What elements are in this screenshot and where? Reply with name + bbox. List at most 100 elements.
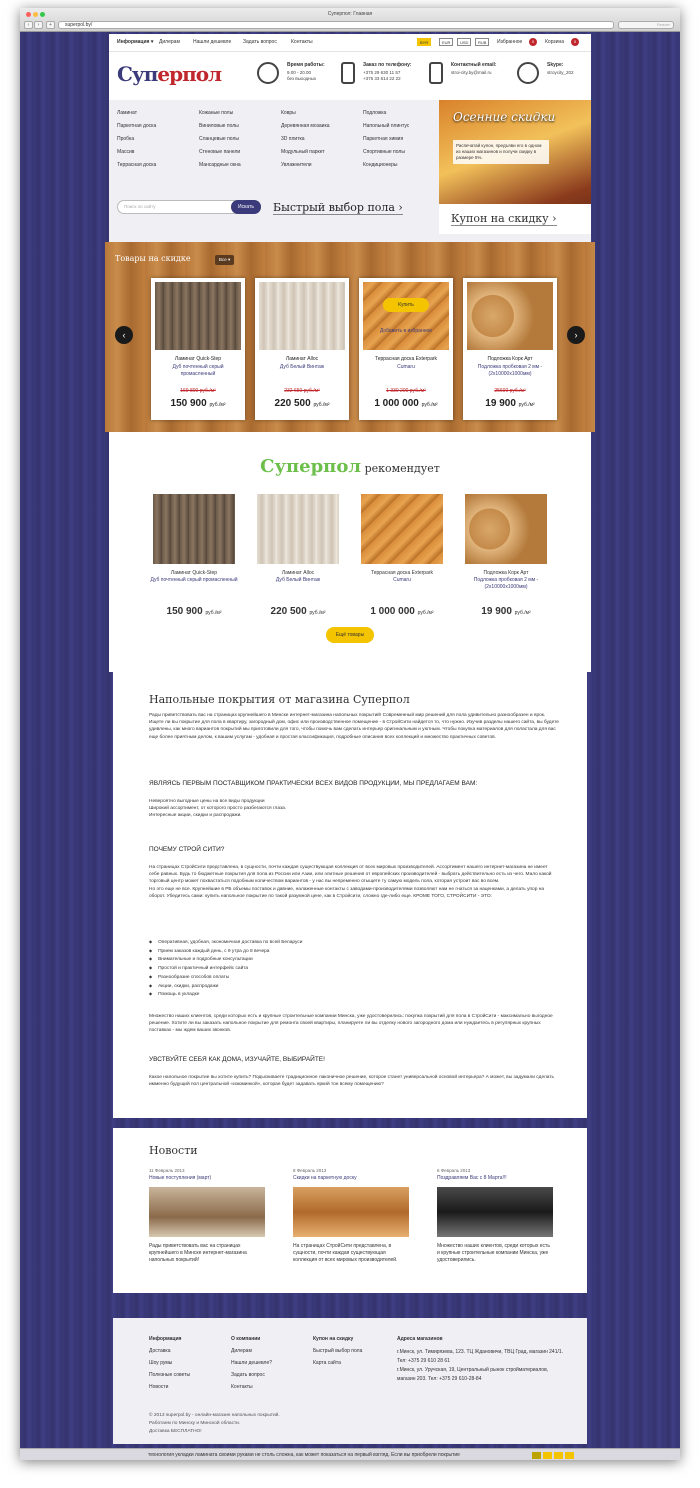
- category-link[interactable]: Виниловые полы: [199, 123, 239, 129]
- autumn-promo-banner[interactable]: Осенние скидки Распечатай купон, предъяв…: [439, 100, 591, 234]
- nav-cheaper[interactable]: Нашли дешевле: [193, 39, 231, 45]
- more-products-button[interactable]: Ещё товары: [326, 627, 374, 643]
- recommended-product[interactable]: Подложка Корк Арт Подложка пробковая 2 мм…: [459, 494, 553, 617]
- nav-contacts[interactable]: Контакты: [291, 39, 313, 45]
- product-name[interactable]: Ламинат Quick-Step: [151, 356, 245, 362]
- category-link[interactable]: Массив: [117, 149, 134, 155]
- product-collection[interactable]: Дуб почтенный серый промасленный: [159, 364, 237, 378]
- wishlist-link[interactable]: Избранное: [497, 39, 522, 45]
- category-link[interactable]: Кожаные полы: [199, 110, 233, 116]
- category-link[interactable]: Деревянная мозаика: [281, 123, 330, 129]
- footer-link[interactable]: Задать вопрос: [231, 1372, 272, 1378]
- search-input[interactable]: Поиск по сайту Искать: [117, 200, 261, 214]
- currency-byr[interactable]: BYR: [417, 38, 432, 46]
- news-title-link[interactable]: Скидки на паркетную доску: [293, 1175, 409, 1181]
- add-to-wishlist-link[interactable]: Добавить в избранное: [363, 328, 449, 334]
- nav-info[interactable]: Информация ▾: [117, 39, 153, 45]
- nav-dealers[interactable]: Дилерам: [159, 39, 180, 45]
- currency-usd[interactable]: USD: [457, 38, 472, 46]
- recommended-product[interactable]: Террасная доска Exterpark Cumaru 1 000 000…: [355, 494, 449, 617]
- back-icon[interactable]: ‹: [24, 21, 33, 29]
- ticker-page-1[interactable]: [532, 1452, 541, 1459]
- sale-product-card[interactable]: Подложка Корк Арт Подложка пробковая 2 мм…: [463, 278, 557, 420]
- cart-link[interactable]: Корзина: [545, 39, 564, 45]
- news-item[interactable]: 11 Февраль 2013 Новые поступления (март) Р…: [149, 1168, 265, 1264]
- category-link[interactable]: Паркетная химия: [363, 136, 403, 142]
- footer-link[interactable]: Полезные советы: [149, 1372, 190, 1378]
- footer-link[interactable]: Карта сайта: [313, 1360, 362, 1366]
- footer-link[interactable]: Контакты: [231, 1384, 272, 1390]
- product-collection[interactable]: Дуб Белый Винтаж: [263, 364, 341, 371]
- forward-icon[interactable]: ›: [34, 21, 43, 29]
- sale-product-card[interactable]: Купить Добавить в избранное Террасная доск…: [359, 278, 453, 420]
- category-link[interactable]: 3D плитка: [281, 136, 305, 142]
- recommended-product[interactable]: Ламинат Alloc Дуб Белый Винтаж 220 500 руб…: [251, 494, 345, 617]
- category-link[interactable]: Ламинат: [117, 110, 137, 116]
- ticker-text[interactable]: технология укладки ламината своими рукам…: [148, 1452, 460, 1458]
- currency-eur[interactable]: EUR: [439, 38, 454, 46]
- product-name[interactable]: Ламинат Alloc: [251, 570, 345, 576]
- product-collection[interactable]: Дуб почтенный серый промасленный: [147, 577, 241, 584]
- recommended-product[interactable]: Ламинат Quick-Step Дуб почтенный серый пр…: [147, 494, 241, 617]
- news-image[interactable]: [293, 1187, 409, 1237]
- sale-product-card[interactable]: Ламинат Alloc Дуб Белый Винтаж 232 650 руб…: [255, 278, 349, 420]
- quick-select-link[interactable]: Быстрый выбор пола ›: [273, 201, 403, 215]
- ticker-page-4[interactable]: [565, 1452, 574, 1459]
- buy-button[interactable]: Купить: [383, 298, 429, 312]
- product-name[interactable]: Террасная доска Exterpark: [359, 356, 453, 362]
- product-image[interactable]: [361, 494, 443, 564]
- sale-product-card[interactable]: Ламинат Quick-Step Дуб почтенный серый пр…: [151, 278, 245, 420]
- product-image[interactable]: [153, 494, 235, 564]
- product-image[interactable]: [155, 282, 241, 350]
- email-link[interactable]: stroi-city.by@mail.ru: [451, 70, 492, 76]
- search-button[interactable]: Искать: [231, 200, 261, 214]
- category-link[interactable]: Мансардные окна: [199, 162, 241, 168]
- product-image[interactable]: [259, 282, 345, 350]
- add-tab-icon[interactable]: +: [46, 21, 55, 29]
- category-link[interactable]: Сланцевые полы: [199, 136, 239, 142]
- footer-link[interactable]: Быстрый выбор пола: [313, 1348, 362, 1354]
- footer-link[interactable]: Дилерам: [231, 1348, 272, 1354]
- footer-link[interactable]: Шоу румы: [149, 1360, 190, 1366]
- carousel-prev-icon[interactable]: ‹: [115, 326, 133, 344]
- product-image[interactable]: Купить Добавить в избранное: [363, 282, 449, 350]
- nav-question[interactable]: Задать вопрос: [243, 39, 277, 45]
- news-item[interactable]: 8 Февраль 2013 Скидки на паркетную доску Н…: [293, 1168, 409, 1264]
- category-link[interactable]: Террасная доска: [117, 162, 156, 168]
- category-link[interactable]: Стеновые панели: [199, 149, 240, 155]
- product-name[interactable]: Подложка Корк Арт: [459, 570, 553, 576]
- product-collection[interactable]: Подложка пробковая 2 мм - (2х10000х1000м…: [471, 364, 549, 378]
- product-image[interactable]: [465, 494, 547, 564]
- ticker-page-3[interactable]: [554, 1452, 563, 1459]
- sale-filter-dropdown[interactable]: Все ▾: [215, 255, 235, 265]
- product-image[interactable]: [467, 282, 553, 350]
- currency-rub[interactable]: RUB: [475, 38, 490, 46]
- category-link[interactable]: Модульный паркет: [281, 149, 325, 155]
- category-link[interactable]: Спортивные полы: [363, 149, 405, 155]
- product-name[interactable]: Террасная доска Exterpark: [355, 570, 449, 576]
- news-image[interactable]: [149, 1187, 265, 1237]
- product-name[interactable]: Подложка Корк Арт: [463, 356, 557, 362]
- site-logo[interactable]: Суперпол: [117, 62, 222, 86]
- category-link[interactable]: Ковры: [281, 110, 296, 116]
- footer-link[interactable]: Новости: [149, 1384, 190, 1390]
- category-link[interactable]: Подложка: [363, 110, 386, 116]
- news-item[interactable]: 6 Февраль 2013 Поздравляем Вас с 8 Марта!…: [437, 1168, 553, 1264]
- ticker-page-2[interactable]: [543, 1452, 552, 1459]
- carousel-next-icon[interactable]: ›: [567, 326, 585, 344]
- category-link[interactable]: Напольный плинтус: [363, 123, 409, 129]
- news-image[interactable]: [437, 1187, 553, 1237]
- product-collection[interactable]: Cumaru: [355, 577, 449, 584]
- footer-column-title[interactable]: Купон на скидку: [313, 1336, 362, 1342]
- news-title-link[interactable]: Поздравляем Вас с 8 Марта!!!: [437, 1175, 553, 1181]
- product-collection[interactable]: Дуб Белый Винтаж: [251, 577, 345, 584]
- category-link[interactable]: Пробка: [117, 136, 134, 142]
- reader-button[interactable]: Reader: [618, 21, 674, 29]
- address-bar[interactable]: superpol.by/: [58, 21, 614, 29]
- footer-link[interactable]: Нашли дешевле?: [231, 1360, 272, 1366]
- product-collection[interactable]: Cumaru: [367, 364, 445, 371]
- footer-link[interactable]: Доставка: [149, 1348, 190, 1354]
- category-link[interactable]: Кондиционеры: [363, 162, 398, 168]
- product-name[interactable]: Ламинат Alloc: [255, 356, 349, 362]
- coupon-link[interactable]: Купон на скидку ›: [439, 204, 591, 234]
